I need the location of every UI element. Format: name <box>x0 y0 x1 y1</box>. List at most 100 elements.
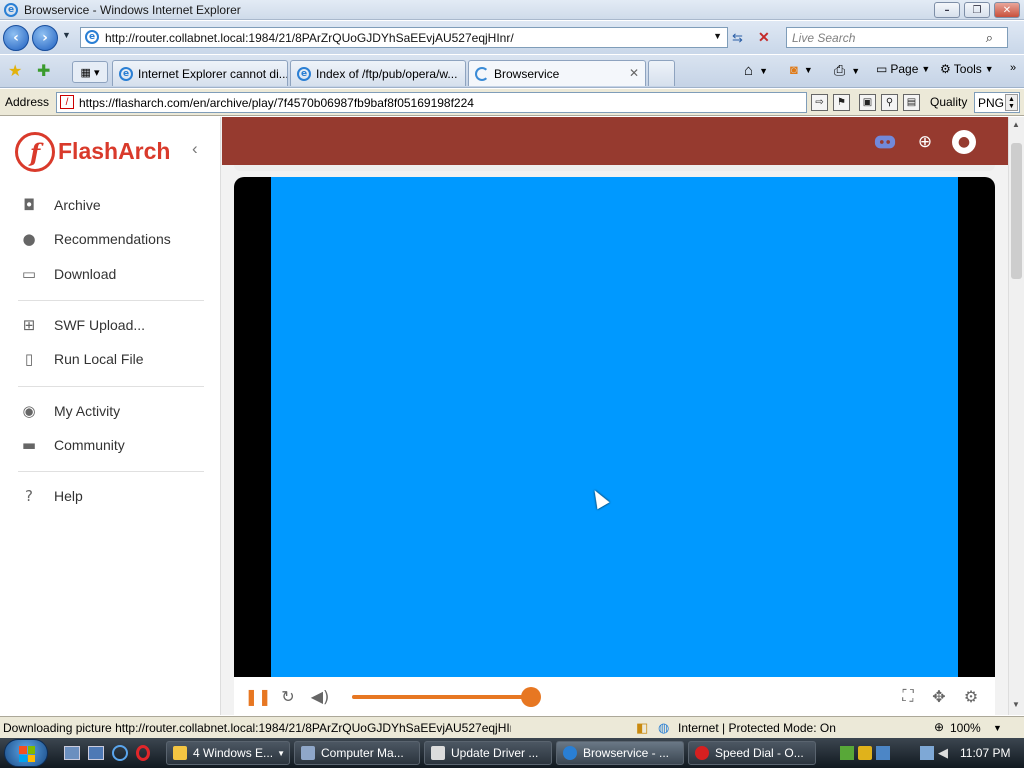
sidebar-item-run-local-file[interactable]: ▯ Run Local File <box>0 342 221 376</box>
minimize-button[interactable]: – <box>934 2 960 18</box>
start-button[interactable] <box>4 739 48 767</box>
taskbar-item-windows-explorer[interactable]: 4 Windows E... ▼ <box>166 741 290 765</box>
settings-gear-icon[interactable]: ⚙ <box>961 686 981 706</box>
tray-app-icon[interactable] <box>876 746 890 760</box>
user-icon[interactable]: ● <box>952 130 976 154</box>
restart-icon[interactable]: ↻ <box>278 686 298 706</box>
window-title: Browservice - Windows Internet Explorer <box>24 3 241 17</box>
tray-network-icon[interactable] <box>840 746 854 760</box>
restore-button[interactable]: ❐ <box>964 2 990 18</box>
quality-label: Quality <box>930 95 968 109</box>
flasharch-logo-text[interactable]: FlashArch <box>58 138 170 165</box>
tray-security-icon[interactable] <box>858 746 872 760</box>
home-icon[interactable]: ⌂ ▼ <box>744 62 768 79</box>
volume-slider[interactable] <box>352 687 541 707</box>
quick-tabs-button[interactable]: ▦ ▾ <box>72 61 108 83</box>
taskbar-item-label: Computer Ma... <box>321 746 404 760</box>
sidebar-item-swf-upload[interactable]: ⊞ SWF Upload... <box>0 308 221 342</box>
sidebar-item-label: Help <box>54 488 83 504</box>
close-tab-icon[interactable]: ✕ <box>629 66 639 80</box>
page-view-icon[interactable]: ▣ <box>859 94 876 111</box>
sidebar-item-label: Download <box>54 266 117 282</box>
flash-stage[interactable] <box>271 177 958 677</box>
sidebar-item-help[interactable]: ? Help <box>0 479 221 513</box>
opera-icon <box>695 746 709 760</box>
sidebar-item-my-activity[interactable]: ◉ My Activity <box>0 394 221 428</box>
show-desktop-icon[interactable] <box>64 746 80 760</box>
quicklaunch-opera-icon[interactable] <box>136 745 150 761</box>
new-tab-button[interactable] <box>648 60 675 86</box>
loading-spinner-icon <box>475 66 489 81</box>
tab-internet-explorer-cannot[interactable]: e Internet Explorer cannot di... <box>112 60 288 86</box>
address-text: https://flasharch.com/en/archive/play/7f… <box>79 95 474 110</box>
ie-tab-bar: ★ ✚ ▦ ▾ e Internet Explorer cannot di...… <box>0 55 1024 88</box>
sidebar-item-archive[interactable]: ◘ Archive <box>0 188 221 222</box>
more-commands-icon[interactable]: » <box>1010 62 1016 74</box>
taskbar-item-computer-management[interactable]: Computer Ma... <box>294 741 420 765</box>
recent-pages-dropdown-icon[interactable]: ▼ <box>62 30 71 40</box>
quicklaunch-ie-icon[interactable] <box>112 745 128 761</box>
go-arrow-icon[interactable]: ⇨ <box>811 94 828 111</box>
clipboard-icon[interactable]: ▤ <box>903 94 920 111</box>
group-dropdown-icon[interactable]: ▼ <box>277 749 285 758</box>
tools-menu-label: Tools <box>953 62 982 76</box>
stop-icon[interactable]: ✕ <box>758 29 770 46</box>
close-window-button[interactable]: ✕ <box>994 2 1020 18</box>
switch-windows-icon[interactable] <box>88 746 104 760</box>
windows-logo-icon <box>19 746 35 762</box>
zoom-icon[interactable]: ⊕ <box>934 720 944 734</box>
sidebar-item-download[interactable]: ▭ Download <box>0 257 221 291</box>
folder-icon <box>173 746 187 760</box>
favorites-star-icon[interactable]: ★ <box>8 61 22 81</box>
taskbar-clock[interactable]: 11:07 PM <box>960 746 1010 760</box>
scroll-down-icon[interactable]: ▼ <box>1012 700 1020 709</box>
sidebar-item-community[interactable]: ▬ Community <box>0 428 221 462</box>
volume-handle[interactable] <box>520 687 541 707</box>
zoom-level[interactable]: 100% <box>950 721 981 735</box>
pause-icon[interactable]: ❚❚ <box>245 686 272 706</box>
help-circle-icon: ? <box>25 487 33 505</box>
collapse-sidebar-icon[interactable]: ‹ <box>192 139 198 159</box>
vertical-scrollbar[interactable]: ▲ ▼ <box>1008 117 1024 715</box>
live-search-input[interactable]: Live Search ⌕ <box>786 27 1008 48</box>
url-dropdown-icon[interactable]: ▼ <box>713 31 722 41</box>
discord-icon[interactable] <box>874 131 896 153</box>
globe-icon[interactable]: ⊕ <box>914 131 936 153</box>
bookmark-icon[interactable]: ⚑ <box>833 94 850 111</box>
quality-spinner-icon[interactable]: ▲ ▼ <box>1005 94 1018 111</box>
tab-browservice[interactable]: Browservice ✕ <box>468 60 646 86</box>
print-icon[interactable]: ⎙ ▼ <box>834 62 860 79</box>
sidebar-item-label: Recommendations <box>54 231 171 247</box>
scrollbar-thumb[interactable] <box>1011 143 1022 279</box>
live-search-placeholder: Live Search <box>792 30 856 45</box>
fullscreen-icon[interactable]: ⛶ <box>898 686 918 706</box>
zoom-dropdown-icon[interactable]: ▼ <box>993 723 1002 733</box>
feeds-icon[interactable]: ◙ ▼ <box>790 62 813 77</box>
tray-display-icon[interactable] <box>920 746 934 760</box>
taskbar-item-speed-dial[interactable]: Speed Dial - O... <box>688 741 816 765</box>
tools-menu[interactable]: ⚙ Tools ▼ <box>940 62 994 76</box>
tab-ie-icon: e <box>297 66 311 81</box>
taskbar-item-browservice[interactable]: Browservice - ... <box>556 741 684 765</box>
add-favorites-icon[interactable]: ✚ <box>37 61 50 81</box>
address-input[interactable]: / https://flasharch.com/en/archive/play/… <box>56 92 807 113</box>
sidebar-item-recommendations[interactable]: ● Recommendations <box>0 222 221 256</box>
move-icon[interactable]: ✥ <box>929 686 949 706</box>
taskbar-item-label: 4 Windows E... <box>193 746 274 760</box>
ie-url-input[interactable]: e http://router.collabnet.local:1984/21/… <box>80 27 728 48</box>
forward-button[interactable]: › <box>32 25 58 51</box>
app-header: ⊕ ● <box>222 117 1008 165</box>
page-menu[interactable]: ▭ Page ▼ <box>876 62 930 76</box>
taskbar-item-update-driver[interactable]: Update Driver ... <box>424 741 552 765</box>
scroll-up-icon[interactable]: ▲ <box>1012 120 1020 129</box>
volume-icon[interactable]: ◀) <box>310 686 330 706</box>
search-icon[interactable]: ⌕ <box>986 30 993 46</box>
find-icon[interactable]: ⚲ <box>881 94 898 111</box>
back-button[interactable]: ‹ <box>3 25 29 51</box>
tray-volume-icon[interactable]: ◀ <box>938 745 948 761</box>
tab-index-ftp[interactable]: e Index of /ftp/pub/opera/w... <box>290 60 466 86</box>
flasharch-logo-icon[interactable]: f <box>15 132 55 172</box>
refresh-icon[interactable]: ⇆ <box>732 30 743 46</box>
protected-mode-icon: ◧ <box>636 720 649 735</box>
quality-select[interactable]: PNG ▲ ▼ <box>974 92 1020 113</box>
